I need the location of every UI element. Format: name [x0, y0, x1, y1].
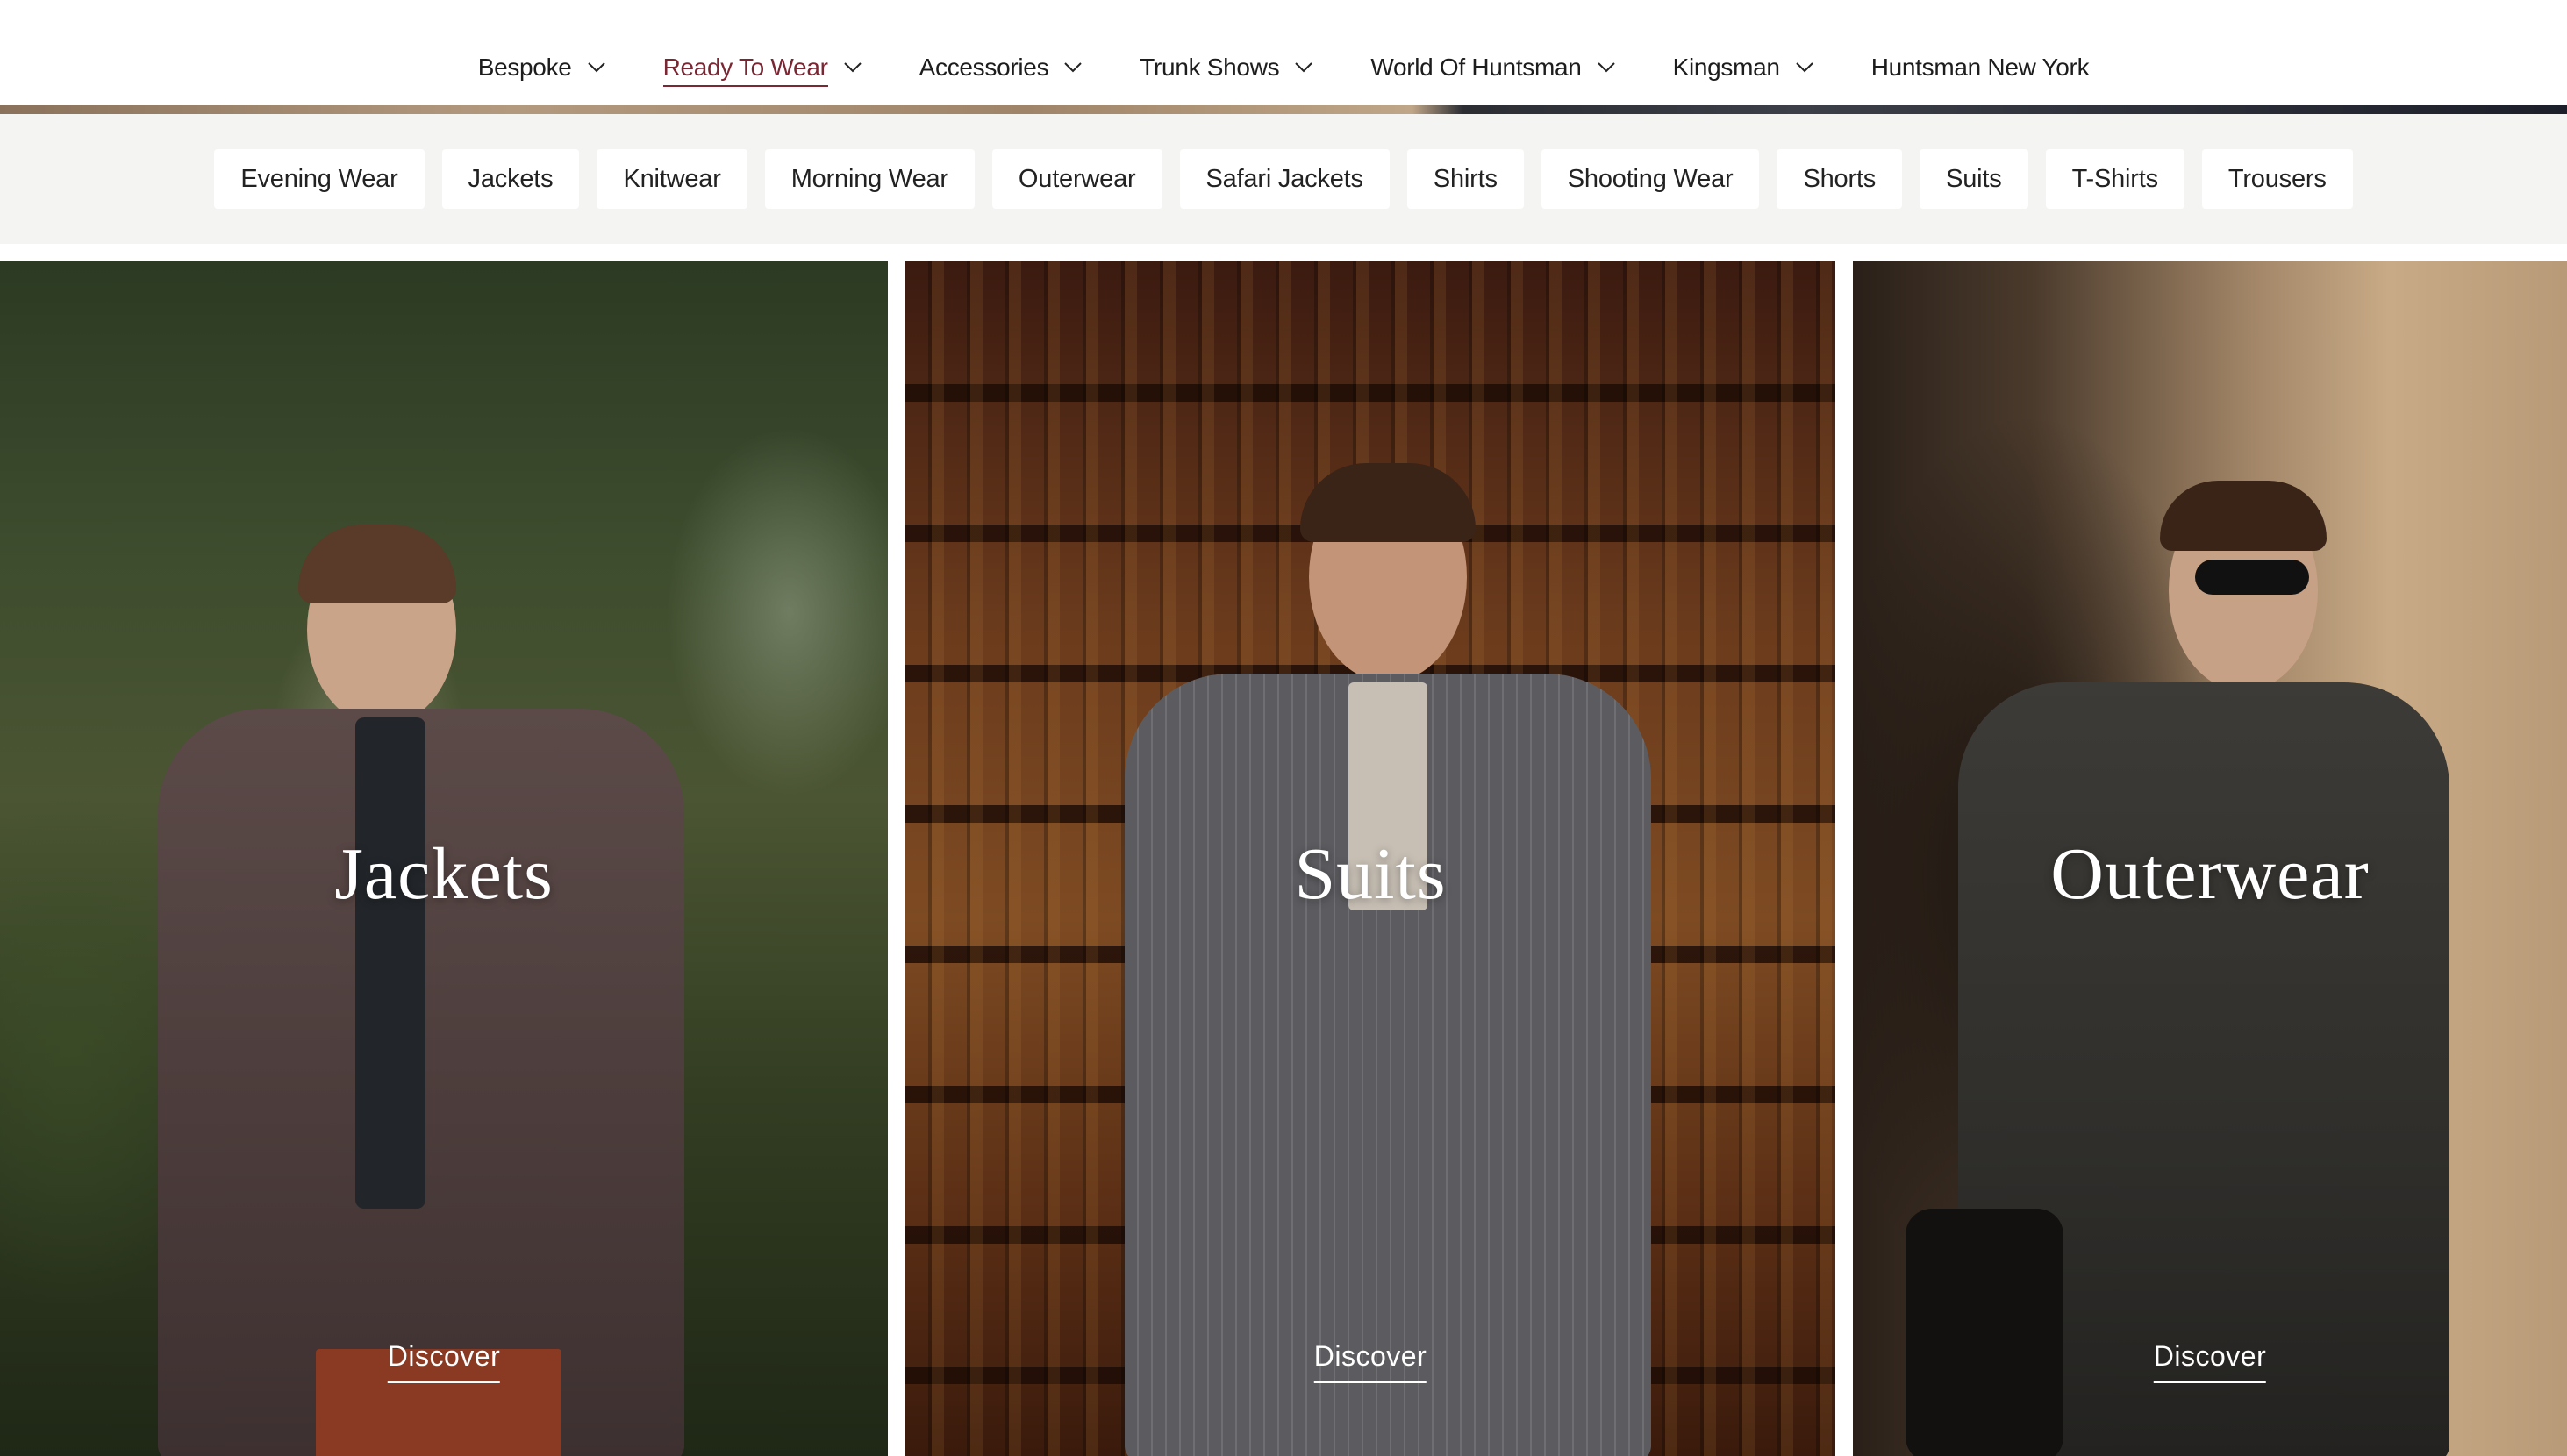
category-tiles: Jackets Discover Suits Discover Outerwea…	[0, 261, 2567, 1456]
chip-evening-wear[interactable]: Evening Wear	[214, 149, 425, 209]
model-figure	[158, 525, 684, 1456]
chevron-down-icon	[1295, 62, 1313, 73]
category-chips: Evening Wear Jackets Knitwear Morning We…	[214, 149, 2353, 209]
chip-shooting-wear[interactable]: Shooting Wear	[1541, 149, 1760, 209]
discover-link[interactable]: Discover	[387, 1340, 501, 1383]
model-figure	[1125, 463, 1651, 1456]
nav-item-world-of-huntsman[interactable]: World Of Huntsman	[1370, 41, 1644, 94]
nav-label: Accessories	[919, 54, 1049, 81]
hero-image-strip	[0, 105, 2567, 114]
nav-item-kingsman[interactable]: Kingsman	[1673, 41, 1843, 94]
chevron-down-icon	[1597, 62, 1615, 73]
nav-item-accessories[interactable]: Accessories	[919, 41, 1112, 94]
nav-label: Bespoke	[477, 54, 572, 81]
nav-label: World Of Huntsman	[1370, 54, 1582, 81]
chip-morning-wear[interactable]: Morning Wear	[764, 149, 975, 209]
nav-label: Huntsman New York	[1870, 54, 2090, 81]
discover-link[interactable]: Discover	[2153, 1340, 2267, 1383]
chip-jackets[interactable]: Jackets	[441, 149, 580, 209]
tile-outerwear[interactable]: Outerwear Discover	[1853, 261, 2567, 1456]
model-figure	[1906, 481, 2485, 1456]
tile-suits[interactable]: Suits Discover	[905, 261, 1835, 1456]
nav-label: Ready To Wear	[662, 54, 828, 87]
chevron-down-icon	[587, 62, 605, 73]
category-filter-bar: Evening Wear Jackets Knitwear Morning We…	[0, 114, 2567, 244]
main-menu: Bespoke Ready To Wear Accessories Trunk …	[478, 41, 2090, 94]
nav-item-huntsman-new-york[interactable]: Huntsman New York	[1871, 41, 2090, 94]
chip-t-shirts[interactable]: T-Shirts	[2045, 149, 2184, 209]
tile-title: Suits	[1294, 833, 1447, 915]
tile-title: Jackets	[334, 833, 554, 915]
nav-item-bespoke[interactable]: Bespoke	[478, 41, 635, 94]
nav-label: Kingsman	[1672, 54, 1780, 81]
tile-jackets[interactable]: Jackets Discover	[0, 261, 888, 1456]
chip-suits[interactable]: Suits	[1920, 149, 2028, 209]
chip-shorts[interactable]: Shorts	[1777, 149, 1903, 209]
chevron-down-icon	[843, 62, 862, 73]
tile-title: Outerwear	[2050, 833, 2370, 915]
chip-trousers[interactable]: Trousers	[2201, 149, 2353, 209]
chevron-down-icon	[1795, 62, 1813, 73]
top-navigation: Bespoke Ready To Wear Accessories Trunk …	[0, 0, 2567, 105]
chip-shirts[interactable]: Shirts	[1406, 149, 1524, 209]
nav-item-trunk-shows[interactable]: Trunk Shows	[1140, 41, 1342, 94]
chip-knitwear[interactable]: Knitwear	[597, 149, 747, 209]
chevron-down-icon	[1064, 62, 1082, 73]
discover-link[interactable]: Discover	[1313, 1340, 1427, 1383]
chip-outerwear[interactable]: Outerwear	[991, 149, 1162, 209]
nav-item-ready-to-wear[interactable]: Ready To Wear	[662, 41, 891, 94]
chip-safari-jackets[interactable]: Safari Jackets	[1179, 149, 1390, 209]
nav-label: Trunk Shows	[1140, 54, 1280, 81]
